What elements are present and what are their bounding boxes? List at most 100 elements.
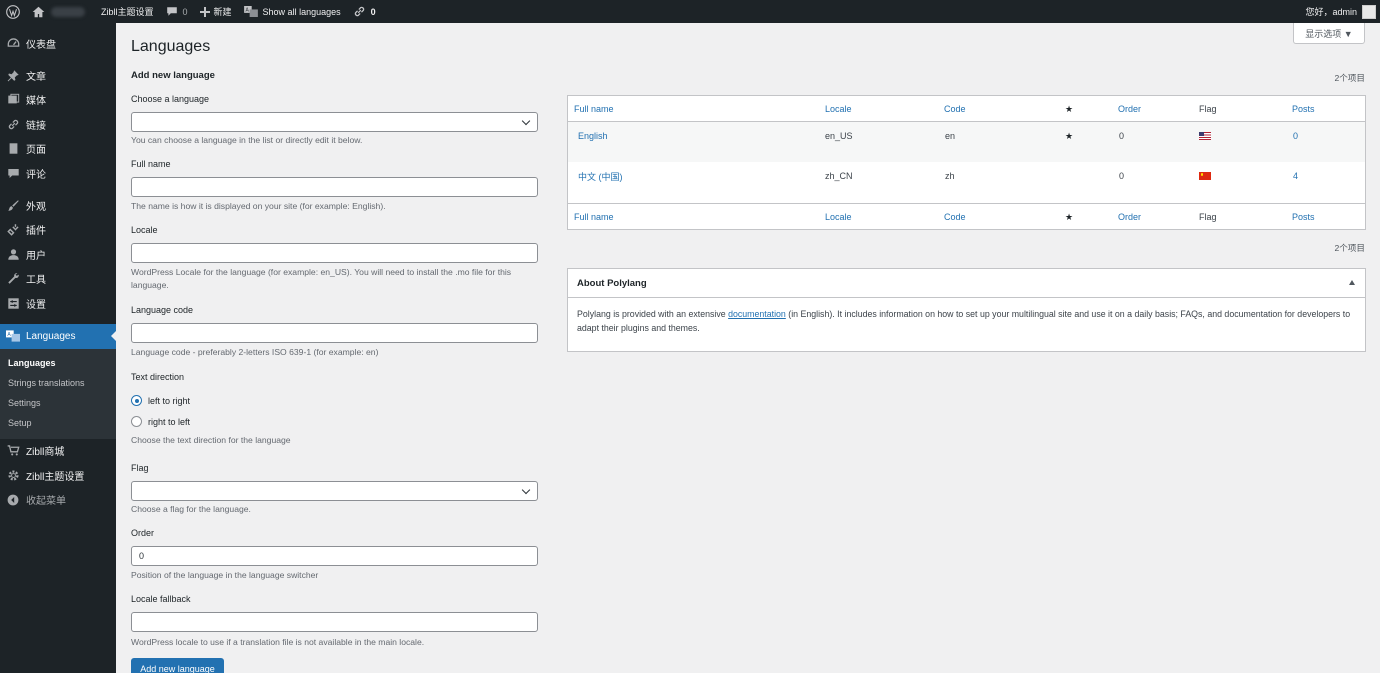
gear-icon — [6, 468, 20, 482]
avatar — [1362, 4, 1376, 19]
documentation-link[interactable]: documentation — [728, 309, 786, 319]
cart-icon — [6, 444, 20, 458]
collapse-toggle-icon[interactable] — [1349, 280, 1355, 285]
column-header-code[interactable]: Code — [944, 96, 966, 122]
sidebar-item-tools[interactable]: 工具 — [0, 267, 116, 291]
locale-fallback-description: WordPress locale to use if a translation… — [131, 637, 425, 647]
text-direction-description: Choose the text direction for the langua… — [131, 435, 291, 445]
collapse-arrow-icon — [6, 493, 20, 507]
screen-options-button[interactable]: 显示选项 ▼ — [1293, 23, 1365, 44]
sidebar-item-label: 页面 — [26, 145, 46, 157]
wordpress-logo-icon[interactable] — [0, 0, 26, 23]
language-name-link[interactable]: 中文 (中国) — [578, 162, 623, 190]
sidebar-item-languages[interactable]: A Languages — [0, 324, 116, 349]
order-value: 0 — [139, 551, 145, 561]
sidebar-item-plugins[interactable]: 插件 — [0, 218, 116, 242]
site-settings-link[interactable]: Zibll主题设置 — [95, 0, 160, 23]
default-language-star-icon: ★ — [1065, 130, 1074, 141]
comments-link[interactable]: 0 — [160, 0, 194, 23]
flag-select[interactable] — [131, 481, 538, 501]
order-description: Position of the language in the language… — [131, 570, 319, 580]
page-title: Languages — [131, 38, 211, 55]
column-header-order[interactable]: Order — [1118, 96, 1141, 122]
home-icon[interactable] — [26, 0, 95, 23]
items-count-bottom: 2个项目 — [1334, 243, 1365, 253]
about-text-before: Polylang is provided with an extensive — [577, 309, 729, 319]
admin-sidebar: 仪表盘 文章 媒体 链接 页面 评论 外观 插件 用户 工具 设置 A Langu… — [0, 23, 116, 673]
plugin-icon — [6, 223, 20, 237]
order-label: Order — [131, 528, 155, 538]
submenu-item-settings[interactable]: Settings — [0, 393, 116, 413]
column-footer-locale[interactable]: Locale — [825, 204, 852, 230]
languages-table: Full name Locale Code ★ Order Flag Posts… — [567, 95, 1366, 230]
my-account-menu[interactable]: 您好，admin — [1299, 0, 1380, 23]
links-link[interactable]: 0 — [347, 0, 382, 23]
direction-ltr-option[interactable]: left to right — [131, 395, 190, 406]
sidebar-item-comments[interactable]: 评论 — [0, 161, 116, 185]
comment-icon — [6, 166, 20, 180]
column-footer-order[interactable]: Order — [1118, 204, 1141, 230]
sidebar-item-label: Zibll主题设置 — [26, 471, 85, 483]
choose-language-select[interactable] — [131, 112, 538, 132]
locale-label: Locale — [131, 225, 158, 235]
column-header-locale[interactable]: Locale — [825, 96, 852, 122]
column-footer-flag: Flag — [1199, 212, 1217, 222]
full-name-input[interactable] — [131, 177, 538, 197]
collapse-menu-button[interactable]: 收起菜单 — [0, 487, 116, 511]
cn-flag-icon — [1199, 162, 1211, 190]
sidebar-item-links[interactable]: 链接 — [0, 112, 116, 136]
language-name-link[interactable]: English — [578, 122, 608, 150]
add-new-language-button[interactable]: Add new language — [131, 658, 224, 673]
sidebar-item-dashboard[interactable]: 仪表盘 — [0, 31, 116, 55]
column-footer-posts[interactable]: Posts — [1292, 204, 1315, 230]
languages-submenu: Languages Strings translations Settings … — [0, 348, 116, 439]
order-input[interactable]: 0 — [131, 546, 538, 566]
choose-language-description: You can choose a language in the list or… — [131, 135, 363, 145]
wrench-icon — [6, 272, 20, 286]
ltr-label: left to right — [148, 395, 191, 406]
submenu-item-strings-translations[interactable]: Strings translations — [0, 373, 116, 393]
sidebar-item-appearance[interactable]: 外观 — [0, 193, 116, 217]
direction-rtl-option[interactable]: right to left — [131, 416, 190, 427]
table-footer-row: Full name Locale Code ★ Order Flag Posts — [568, 203, 1365, 229]
locale-input[interactable] — [131, 243, 538, 263]
column-header-full-name[interactable]: Full name — [574, 96, 614, 122]
column-header-posts[interactable]: Posts — [1292, 96, 1315, 122]
add-language-form-title: Add new language — [131, 70, 215, 81]
sidebar-item-pages[interactable]: 页面 — [0, 137, 116, 161]
column-footer-full-name[interactable]: Full name — [574, 204, 614, 230]
sidebar-item-posts[interactable]: 文章 — [0, 63, 116, 87]
plus-icon — [199, 6, 210, 17]
blurred-site-name — [51, 6, 85, 17]
submenu-item-languages[interactable]: Languages — [0, 353, 116, 373]
table-row: English en_US en ★ 0 0 — [568, 122, 1365, 162]
submenu-item-setup[interactable]: Setup — [0, 413, 116, 433]
ltr-radio[interactable] — [131, 395, 142, 406]
greeting-text: 您好，admin — [1305, 7, 1357, 17]
settings-icon — [6, 296, 20, 310]
language-code: en — [945, 131, 956, 141]
rtl-radio[interactable] — [131, 416, 142, 427]
language-order: 0 — [1119, 171, 1125, 181]
show-all-languages-button[interactable]: A Show all languages — [238, 0, 347, 23]
link-icon — [354, 6, 364, 17]
sidebar-item-users[interactable]: 用户 — [0, 242, 116, 266]
sidebar-item-label: 插件 — [26, 226, 46, 238]
rtl-label: right to left — [148, 416, 191, 427]
sidebar-item-label: 仪表盘 — [26, 39, 56, 51]
language-code-input[interactable] — [131, 323, 538, 343]
language-posts-count[interactable]: 4 — [1293, 162, 1298, 190]
column-footer-code[interactable]: Code — [944, 204, 966, 230]
new-content-button[interactable]: 新建 — [194, 0, 238, 23]
sidebar-item-settings[interactable]: 设置 — [0, 291, 116, 315]
about-polylang-header[interactable]: About Polylang — [568, 269, 1365, 298]
link-icon — [6, 117, 20, 131]
locale-fallback-input[interactable] — [131, 612, 538, 632]
sidebar-item-zibll-shop[interactable]: Zibll商城 — [0, 439, 116, 463]
sidebar-item-label: 文章 — [26, 72, 46, 84]
translate-icon: A — [243, 6, 258, 17]
sidebar-item-media[interactable]: 媒体 — [0, 88, 116, 112]
sidebar-item-zibll-theme-settings[interactable]: Zibll主题设置 — [0, 463, 116, 487]
language-posts-count[interactable]: 0 — [1293, 122, 1298, 150]
translate-icon: A — [6, 329, 20, 343]
